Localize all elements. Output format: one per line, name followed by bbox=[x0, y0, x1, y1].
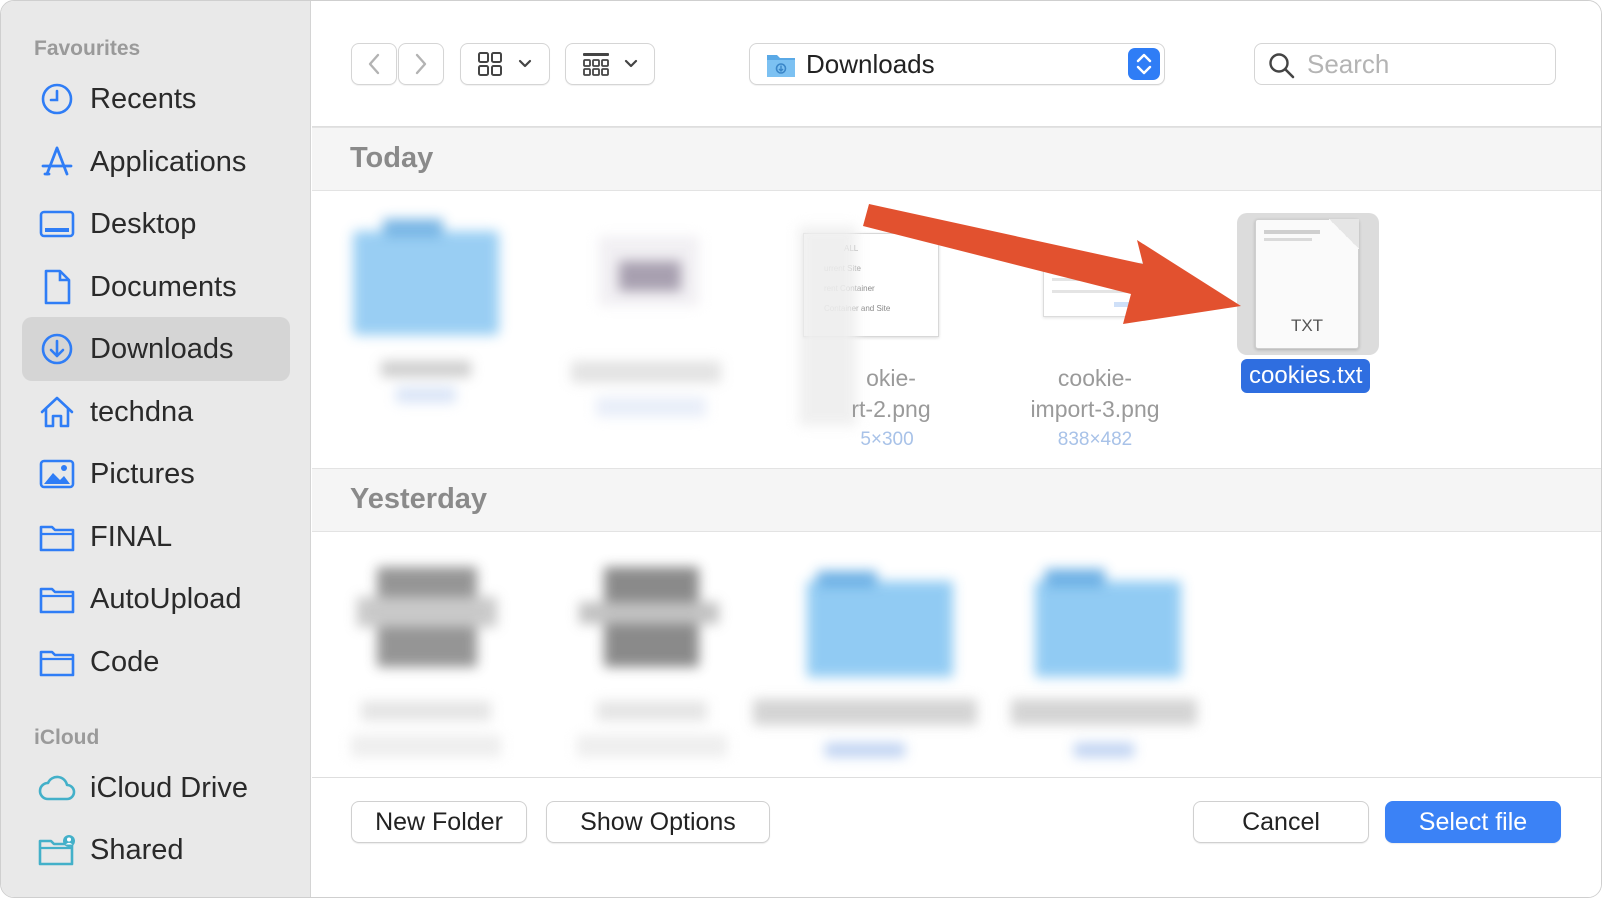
sidebar-item-label: Applications bbox=[90, 145, 247, 178]
cancel-button[interactable]: Cancel bbox=[1193, 801, 1369, 843]
sidebar-item-desktop[interactable]: Desktop bbox=[22, 192, 290, 256]
search-icon bbox=[1269, 53, 1295, 79]
folder-icon bbox=[37, 642, 77, 682]
pictures-icon bbox=[37, 454, 77, 494]
chevron-down-icon bbox=[518, 59, 532, 68]
file-picker-dialog: Favourites Recents Applications Desktop … bbox=[0, 0, 1602, 898]
desktop-icon bbox=[37, 204, 77, 244]
grouped-view-icon bbox=[583, 53, 609, 76]
sidebar-section-icloud: iCloud bbox=[34, 726, 100, 749]
blurred-folder-thumbnail[interactable] bbox=[807, 571, 953, 677]
sidebar-item-shared[interactable]: Shared bbox=[22, 818, 290, 882]
group-header-today: Today bbox=[312, 127, 1601, 191]
txt-file-icon[interactable]: TXT bbox=[1255, 219, 1359, 349]
sidebar-item-label: iCloud Drive bbox=[90, 771, 248, 804]
sidebar-item-code[interactable]: Code bbox=[22, 630, 290, 694]
file-extension: TXT bbox=[1290, 316, 1324, 335]
blurred-file-thumbnail[interactable] bbox=[357, 557, 497, 677]
sidebar-item-autoupload[interactable]: AutoUpload bbox=[22, 567, 290, 631]
sidebar-item-label: FINAL bbox=[90, 520, 173, 553]
icon-view-icon bbox=[478, 52, 502, 76]
sidebar-item-icloud-drive[interactable]: iCloud Drive bbox=[22, 756, 290, 820]
file-dimensions: 838×482 bbox=[1057, 429, 1133, 450]
folder-icon bbox=[37, 517, 77, 557]
search-input[interactable] bbox=[1307, 48, 1547, 80]
file-name: okie- rt-2.png bbox=[851, 365, 931, 422]
chevron-right-icon bbox=[415, 53, 427, 75]
blurred-file-name bbox=[381, 361, 471, 413]
downloads-folder-icon bbox=[767, 55, 795, 77]
group-header-yesterday: Yesterday bbox=[312, 468, 1601, 532]
sidebar-item-label: Desktop bbox=[90, 207, 197, 240]
sidebar-item-label: Pictures bbox=[90, 457, 195, 490]
sidebar-item-recents[interactable]: Recents bbox=[22, 67, 290, 131]
blurred-file-name bbox=[571, 361, 731, 441]
group-title: Yesterday bbox=[350, 483, 488, 515]
new-folder-button[interactable]: New Folder bbox=[351, 801, 527, 843]
select-file-button[interactable]: Select file bbox=[1385, 801, 1561, 843]
sidebar-item-final[interactable]: FINAL bbox=[22, 505, 290, 569]
blurred-file-thumbnail[interactable] bbox=[579, 557, 719, 677]
sidebar: Favourites Recents Applications Desktop … bbox=[1, 1, 311, 897]
blurred-folder-name bbox=[753, 699, 977, 765]
sidebar-item-label: Code bbox=[90, 645, 160, 678]
view-mode-button[interactable] bbox=[460, 43, 550, 85]
blurred-file-name bbox=[577, 701, 727, 765]
folder-icon bbox=[37, 579, 77, 619]
sidebar-item-documents[interactable]: Documents bbox=[22, 255, 290, 319]
dialog-footer: New Folder Show Options Cancel Select fi… bbox=[312, 777, 1601, 897]
up-down-stepper-icon bbox=[1128, 48, 1160, 80]
forward-button[interactable] bbox=[398, 43, 444, 85]
shared-folder-icon bbox=[37, 830, 77, 870]
back-button[interactable] bbox=[351, 43, 397, 85]
sidebar-item-techdna[interactable]: techdna bbox=[22, 380, 290, 444]
chevron-down-icon bbox=[624, 59, 638, 68]
search-field[interactable] bbox=[1254, 43, 1556, 85]
blurred-folder-name bbox=[1011, 699, 1197, 765]
sidebar-item-label: Shared bbox=[90, 833, 184, 866]
sidebar-item-downloads[interactable]: Downloads bbox=[22, 317, 290, 381]
show-options-button[interactable]: Show Options bbox=[546, 801, 770, 843]
cloud-icon bbox=[37, 768, 77, 808]
sidebar-item-label: techdna bbox=[90, 395, 194, 428]
home-icon bbox=[37, 392, 77, 432]
selected-file-name[interactable]: cookies.txt bbox=[1241, 359, 1371, 393]
location-label: Downloads bbox=[806, 49, 935, 79]
file-dimensions: 5×300 bbox=[860, 429, 914, 450]
sidebar-section-favourites: Favourites bbox=[34, 37, 141, 60]
download-icon bbox=[37, 329, 77, 369]
applications-icon bbox=[37, 142, 77, 182]
sidebar-item-label: Recents bbox=[90, 82, 197, 115]
file-name: cookie- import-3.png bbox=[1030, 365, 1160, 422]
blurred-folder-thumbnail[interactable] bbox=[1035, 569, 1181, 677]
sidebar-item-label: AutoUpload bbox=[90, 582, 242, 615]
sidebar-item-label: Downloads bbox=[90, 332, 234, 365]
sidebar-item-applications[interactable]: Applications bbox=[22, 130, 290, 194]
blurred-file-thumbnail[interactable] bbox=[589, 226, 709, 316]
chevron-left-icon bbox=[368, 53, 380, 75]
sidebar-item-label: Documents bbox=[90, 270, 237, 303]
location-popup[interactable]: Downloads bbox=[749, 43, 1165, 85]
document-icon bbox=[37, 267, 77, 307]
group-by-button[interactable] bbox=[565, 43, 655, 85]
annotation-arrow-icon bbox=[863, 204, 1241, 324]
clock-icon bbox=[37, 79, 77, 119]
toolbar: Downloads bbox=[312, 1, 1601, 127]
group-title: Today bbox=[350, 142, 434, 174]
blurred-file-thumbnail[interactable] bbox=[353, 219, 499, 335]
sidebar-item-pictures[interactable]: Pictures bbox=[22, 442, 290, 506]
blurred-file-name bbox=[351, 701, 501, 765]
